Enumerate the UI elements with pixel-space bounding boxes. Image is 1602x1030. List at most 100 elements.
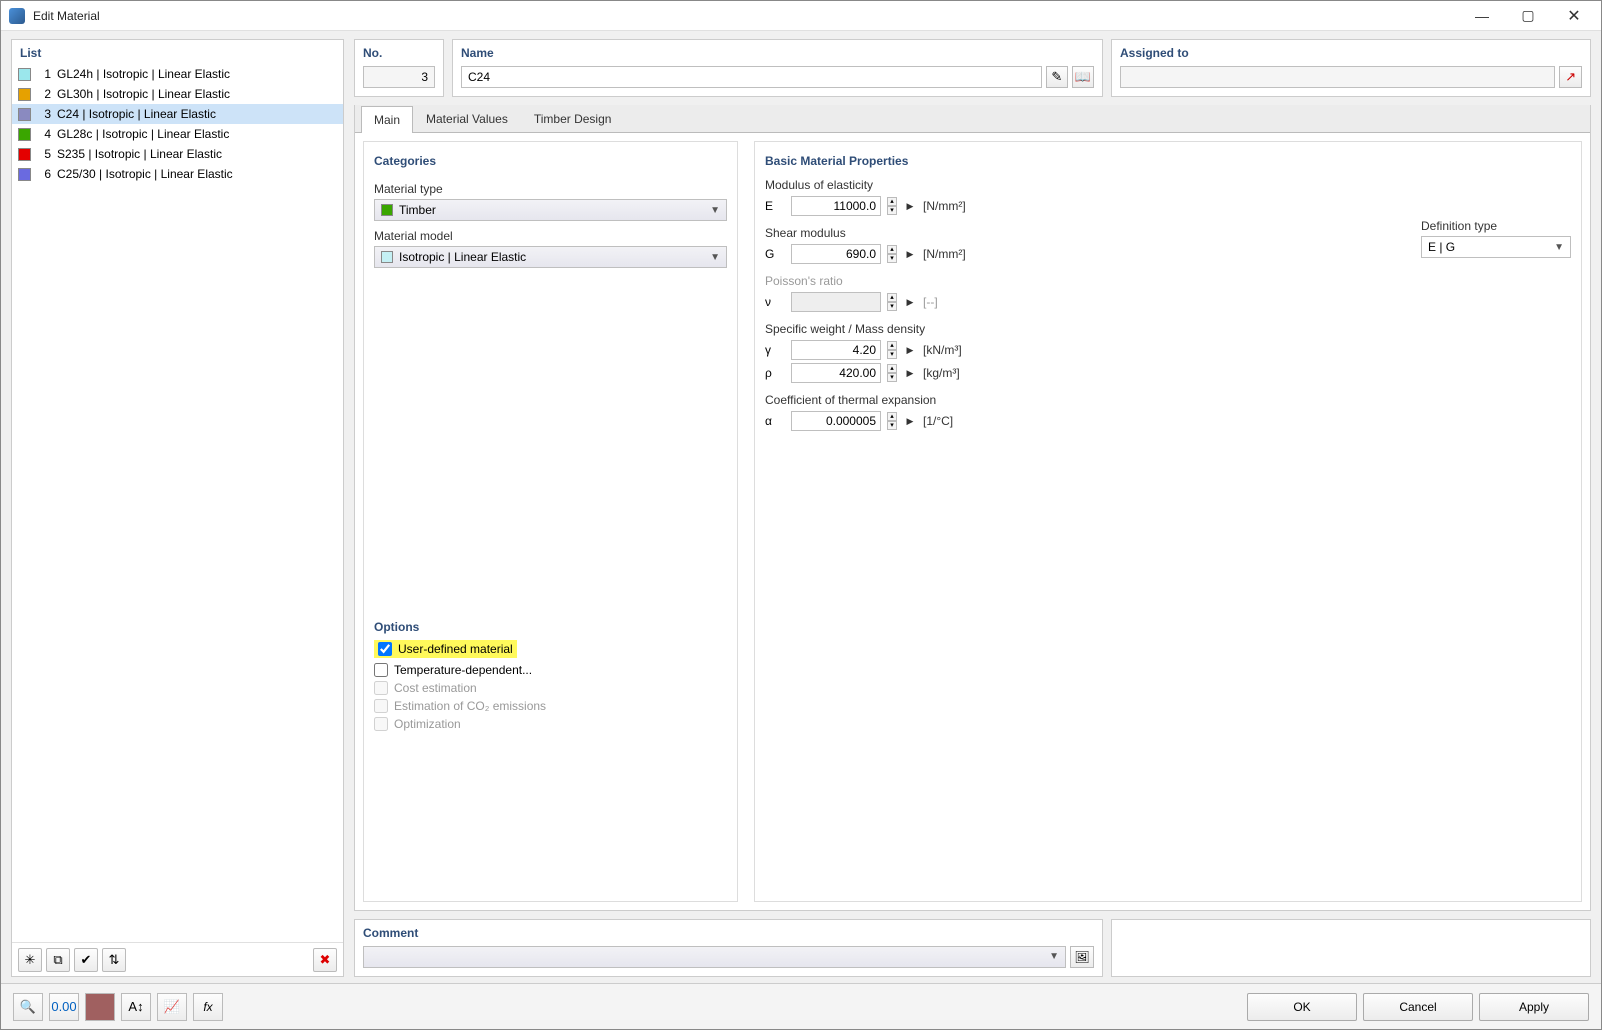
alpha-play-icon[interactable]: ▶ — [903, 411, 917, 431]
rho-play-icon[interactable]: ▶ — [903, 363, 917, 383]
library-button[interactable]: 📖 — [1072, 66, 1094, 88]
list-item[interactable]: 4 GL28c | Isotropic | Linear Elastic — [12, 124, 343, 144]
nu-symbol: ν — [765, 295, 785, 309]
prop-row-nu: ν ▴▾ ▶ [--] — [765, 292, 1571, 312]
apply-button[interactable]: Apply — [1479, 993, 1589, 1021]
bottom-bar: 🔍 0.00 A↕ 📈 fx OK Cancel Apply — [1, 983, 1601, 1029]
list-item[interactable]: 1 GL24h | Isotropic | Linear Elastic — [12, 64, 343, 84]
e-spinner[interactable]: ▴▾ — [887, 197, 897, 215]
g-unit: [N/mm²] — [923, 247, 966, 261]
gamma-symbol: γ — [765, 343, 785, 357]
edit-name-button[interactable]: ✎ — [1046, 66, 1068, 88]
material-type-value: Timber — [399, 203, 436, 217]
list-item[interactable]: 3 C24 | Isotropic | Linear Elastic — [12, 104, 343, 124]
tab-main[interactable]: Main — [361, 106, 413, 133]
co2-checkbox — [374, 699, 388, 713]
list-item[interactable]: 2 GL30h | Isotropic | Linear Elastic — [12, 84, 343, 104]
tab-material-values[interactable]: Material Values — [413, 105, 521, 132]
e-input[interactable] — [791, 196, 881, 216]
sort-button[interactable]: ⇅ — [102, 948, 126, 972]
cost-label: Cost estimation — [394, 681, 477, 695]
e-symbol: E — [765, 199, 785, 213]
cancel-button[interactable]: Cancel — [1363, 993, 1473, 1021]
properties-header: Basic Material Properties — [765, 154, 1571, 168]
comment-header: Comment — [363, 926, 1094, 940]
type-swatch — [381, 204, 393, 216]
copy-item-button[interactable]: ⧉ — [46, 948, 70, 972]
name-header: Name — [461, 46, 1094, 60]
color-button[interactable] — [85, 993, 115, 1021]
material-type-select[interactable]: Timber ▼ — [374, 199, 727, 221]
option-temperature[interactable]: Temperature-dependent... — [374, 663, 727, 677]
tabs-bar: Main Material Values Timber Design — [355, 105, 1590, 133]
rho-input[interactable] — [791, 363, 881, 383]
options-panel: Options User-defined material Temperatur… — [374, 616, 727, 735]
app-icon — [9, 8, 25, 24]
g-input[interactable] — [791, 244, 881, 264]
pick-button[interactable]: ↗ — [1559, 66, 1582, 88]
g-spinner[interactable]: ▴▾ — [887, 245, 897, 263]
user-defined-label: User-defined material — [398, 642, 513, 656]
content: List 1 GL24h | Isotropic | Linear Elasti… — [1, 31, 1601, 983]
delete-button[interactable]: ✖ — [313, 948, 337, 972]
comment-row: Comment ▼ 🖼 — [354, 919, 1591, 977]
gamma-play-icon[interactable]: ▶ — [903, 340, 917, 360]
maximize-button[interactable]: ▢ — [1505, 1, 1551, 31]
def-type-value: E | G — [1428, 240, 1455, 254]
nu-spinner: ▴▾ — [887, 293, 897, 311]
option-co2: Estimation of CO₂ emissions — [374, 699, 727, 713]
option-cost: Cost estimation — [374, 681, 727, 695]
material-model-value: Isotropic | Linear Elastic — [399, 250, 526, 264]
list-toolbar: ✳ ⧉ ✔ ⇅ ✖ — [12, 942, 343, 976]
gamma-spinner[interactable]: ▴▾ — [887, 341, 897, 359]
list-item[interactable]: 5 S235 | Isotropic | Linear Elastic — [12, 144, 343, 164]
new-item-button[interactable]: ✳ — [18, 948, 42, 972]
properties-panel: Basic Material Properties Modulus of ela… — [754, 141, 1582, 902]
option-user-defined[interactable]: User-defined material — [374, 640, 517, 658]
search-button[interactable]: 🔍 — [13, 993, 43, 1021]
no-input[interactable] — [363, 66, 435, 88]
alpha-input[interactable] — [791, 411, 881, 431]
def-type-select[interactable]: E | G ▼ — [1421, 236, 1571, 258]
optimization-checkbox — [374, 717, 388, 731]
user-defined-checkbox[interactable] — [378, 642, 392, 656]
material-type-label: Material type — [374, 182, 727, 196]
gamma-input[interactable] — [791, 340, 881, 360]
right-side: No. Name ✎ 📖 Assigned to ↗ — [354, 39, 1591, 977]
ok-button[interactable]: OK — [1247, 993, 1357, 1021]
fx-button[interactable]: fx — [193, 993, 223, 1021]
material-list[interactable]: 1 GL24h | Isotropic | Linear Elastic 2 G… — [12, 64, 343, 942]
rho-unit: [kg/m³] — [923, 366, 960, 380]
prop-row-e: E ▴▾ ▶ [N/mm²] — [765, 196, 1571, 216]
prop-row-gamma: γ ▴▾ ▶ [kN/m³] — [765, 340, 1571, 360]
comment-picture-button[interactable]: 🖼 — [1070, 946, 1094, 968]
prop-row-g: G ▴▾ ▶ [N/mm²] — [765, 244, 1421, 264]
rho-spinner[interactable]: ▴▾ — [887, 364, 897, 382]
temperature-checkbox[interactable] — [374, 663, 388, 677]
g-play-icon[interactable]: ▶ — [903, 244, 917, 264]
assigned-input[interactable] — [1120, 66, 1555, 88]
tree-button[interactable]: A↕ — [121, 993, 151, 1021]
comment-select[interactable]: ▼ — [363, 946, 1066, 968]
name-input[interactable] — [461, 66, 1042, 88]
list-header: List — [12, 40, 343, 64]
modulus-label: Modulus of elasticity — [765, 178, 1571, 192]
units-button[interactable]: 0.00 — [49, 993, 79, 1021]
name-box: Name ✎ 📖 — [452, 39, 1103, 97]
titlebar: Edit Material — ▢ ✕ — [1, 1, 1601, 31]
comment-box: Comment ▼ 🖼 — [354, 919, 1103, 977]
alpha-symbol: α — [765, 414, 785, 428]
e-play-icon[interactable]: ▶ — [903, 196, 917, 216]
close-button[interactable]: ✕ — [1551, 1, 1597, 31]
list-item[interactable]: 6 C25/30 | Isotropic | Linear Elastic — [12, 164, 343, 184]
minimize-button[interactable]: — — [1459, 1, 1505, 31]
tab-timber-design[interactable]: Timber Design — [521, 105, 625, 132]
material-model-select[interactable]: Isotropic | Linear Elastic ▼ — [374, 246, 727, 268]
model-swatch — [381, 251, 393, 263]
alpha-spinner[interactable]: ▴▾ — [887, 412, 897, 430]
chevron-down-icon: ▼ — [1554, 242, 1564, 253]
def-type-label: Definition type — [1421, 219, 1571, 233]
assigned-box: Assigned to ↗ — [1111, 39, 1591, 97]
check-button[interactable]: ✔ — [74, 948, 98, 972]
graph-button[interactable]: 📈 — [157, 993, 187, 1021]
